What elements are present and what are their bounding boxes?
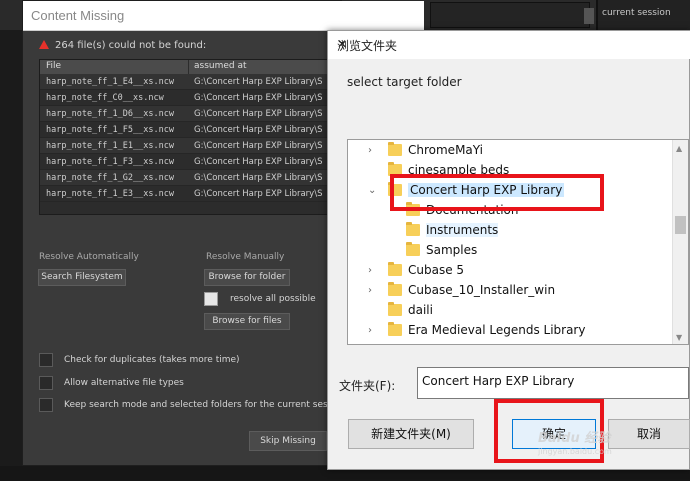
- dialog-title: Content Missing: [31, 8, 125, 23]
- watermark-url: jingyan.baidu.com: [538, 447, 612, 456]
- alternative-file-types-checkbox[interactable]: [39, 376, 53, 390]
- warning-icon: [39, 40, 49, 49]
- folder-icon: [388, 322, 402, 336]
- table-row[interactable]: harp_note_ff_C0__xs.ncw G:\Concert Harp E…: [40, 90, 338, 106]
- browse-for-folder-button[interactable]: Browse for folder: [204, 269, 290, 286]
- folder-tree-label: Cubase_10_Installer_win: [408, 283, 556, 297]
- folder-tree-label: ChromeMaYi: [408, 143, 484, 157]
- chevron-right-icon[interactable]: ›: [368, 325, 372, 336]
- file-name-cell: harp_note_ff_1_E1__xs.ncw: [46, 141, 174, 151]
- folder-tree[interactable]: › ChromeMaYi cinesample beds ⌄ Concert Harp …: [347, 139, 689, 345]
- chevron-down-icon[interactable]: ⌄: [368, 185, 376, 196]
- close-icon[interactable]: ✕: [337, 37, 687, 51]
- folder-tree-label: Instruments: [426, 223, 499, 237]
- content-missing-dialog: Content Missing 264 file(s) could not be…: [22, 0, 424, 466]
- file-name-cell: harp_note_ff_1_D6__xs.ncw: [46, 109, 174, 119]
- folder-icon: [388, 262, 402, 276]
- check-duplicates-checkbox[interactable]: [39, 353, 53, 367]
- table-row[interactable]: harp_note_ff_1_D6__xs.ncw G:\Concert Harp…: [40, 106, 338, 122]
- browse-folder-titlebar: 浏览文件夹 ✕: [328, 31, 690, 59]
- assumed-path-cell: G:\Concert Harp EXP Library\S: [194, 189, 323, 199]
- file-name-cell: harp_note_ff_1_F5__xs.ncw: [46, 125, 174, 135]
- search-filesystem-button[interactable]: Search Filesystem: [38, 269, 126, 286]
- table-header: File assumed at: [40, 60, 338, 74]
- table-row[interactable]: harp_note_ff_1_E4__xs.ncw G:\Concert Harp…: [40, 74, 338, 90]
- folder-field-label: 文件夹(F):: [339, 379, 396, 393]
- watermark-logo: Baidu 经验: [538, 431, 611, 446]
- file-name-cell: harp_note_ff_1_G2__xs.ncw: [46, 173, 174, 183]
- folder-tree-label: Cubase 5: [408, 263, 465, 277]
- content-missing-titlebar: Content Missing: [23, 1, 424, 31]
- table-row[interactable]: harp_note_ff_1_F5__xs.ncw G:\Concert Harp…: [40, 122, 338, 138]
- cancel-button[interactable]: 取消: [608, 419, 690, 449]
- resolve-manually-label: Resolve Manually: [206, 252, 285, 262]
- folder-tree-scrollbar[interactable]: ▲ ▼: [672, 140, 688, 344]
- check-duplicates-label: Check for duplicates (takes more time): [64, 355, 240, 365]
- folder-tree-label: daili: [408, 303, 433, 317]
- browse-for-files-button[interactable]: Browse for files: [204, 313, 290, 330]
- chevron-right-icon[interactable]: ›: [368, 145, 372, 156]
- folder-icon: [406, 242, 420, 256]
- assumed-path-cell: G:\Concert Harp EXP Library\S: [194, 125, 323, 135]
- resolve-all-label: resolve all possible: [230, 294, 316, 304]
- folder-tree-label: Samples: [426, 243, 478, 257]
- highlight-selected-folder: [390, 174, 604, 211]
- folder-icon: [388, 142, 402, 156]
- table-row[interactable]: harp_note_ff_1_F3__xs.ncw G:\Concert Harp…: [40, 154, 338, 170]
- assumed-path-cell: G:\Concert Harp EXP Library\S: [194, 173, 323, 183]
- resolve-automatically-label: Resolve Automatically: [39, 252, 139, 262]
- scroll-up-icon[interactable]: ▲: [676, 144, 682, 153]
- file-name-cell: harp_note_ff_1_F3__xs.ncw: [46, 157, 174, 167]
- table-row[interactable]: harp_note_ff_1_G2__xs.ncw G:\Concert Harp…: [40, 170, 338, 186]
- file-name-cell: harp_note_ff_1_E4__xs.ncw: [46, 77, 174, 87]
- keep-search-mode-checkbox[interactable]: [39, 398, 53, 412]
- missing-files-table[interactable]: File assumed at harp_note_ff_1_E4__xs.nc…: [39, 59, 339, 215]
- column-header-assumed-at[interactable]: assumed at: [194, 61, 247, 71]
- missing-files-alert: 264 file(s) could not be found:: [39, 39, 206, 51]
- table-body: harp_note_ff_1_E4__xs.ncw G:\Concert Harp…: [40, 74, 338, 202]
- resolve-all-checkbox[interactable]: [204, 292, 218, 306]
- column-header-file[interactable]: File: [46, 61, 61, 71]
- assumed-path-cell: G:\Concert Harp EXP Library\S: [194, 109, 323, 119]
- file-name-cell: harp_note_ff_C0__xs.ncw: [46, 93, 164, 103]
- table-row[interactable]: harp_note_ff_1_E1__xs.ncw G:\Concert Harp…: [40, 138, 338, 154]
- assumed-path-cell: G:\Concert Harp EXP Library\S: [194, 141, 323, 151]
- folder-name-input[interactable]: Concert Harp EXP Library: [417, 367, 689, 399]
- folder-name-value: Concert Harp EXP Library: [422, 374, 575, 388]
- select-target-folder-prompt: select target folder: [347, 75, 462, 89]
- toolbar-slot: [430, 2, 590, 28]
- session-label: current session: [602, 8, 671, 18]
- scrollbar[interactable]: [584, 8, 594, 24]
- folder-icon: [388, 282, 402, 296]
- assumed-path-cell: G:\Concert Harp EXP Library\S: [194, 157, 323, 167]
- folder-icon: [388, 302, 402, 316]
- skip-missing-button[interactable]: Skip Missing: [249, 431, 327, 451]
- folder-tree-label: Era Medieval Legends Library: [408, 323, 586, 337]
- scroll-thumb[interactable]: [675, 216, 686, 234]
- new-folder-button[interactable]: 新建文件夹(M): [348, 419, 474, 449]
- keep-search-mode-label: Keep search mode and selected folders fo…: [64, 400, 347, 410]
- column-divider: [188, 60, 189, 74]
- alternative-file-types-label: Allow alternative file types: [64, 378, 184, 388]
- table-row[interactable]: harp_note_ff_1_E3__xs.ncw G:\Concert Harp…: [40, 186, 338, 202]
- assumed-path-cell: G:\Concert Harp EXP Library\S: [194, 77, 323, 87]
- file-name-cell: harp_note_ff_1_E3__xs.ncw: [46, 189, 174, 199]
- alert-text: 264 file(s) could not be found:: [55, 40, 207, 51]
- chevron-right-icon[interactable]: ›: [368, 285, 372, 296]
- chevron-right-icon[interactable]: ›: [368, 265, 372, 276]
- assumed-path-cell: G:\Concert Harp EXP Library\S: [194, 93, 323, 103]
- folder-icon: [406, 222, 420, 236]
- scroll-down-icon[interactable]: ▼: [676, 333, 682, 342]
